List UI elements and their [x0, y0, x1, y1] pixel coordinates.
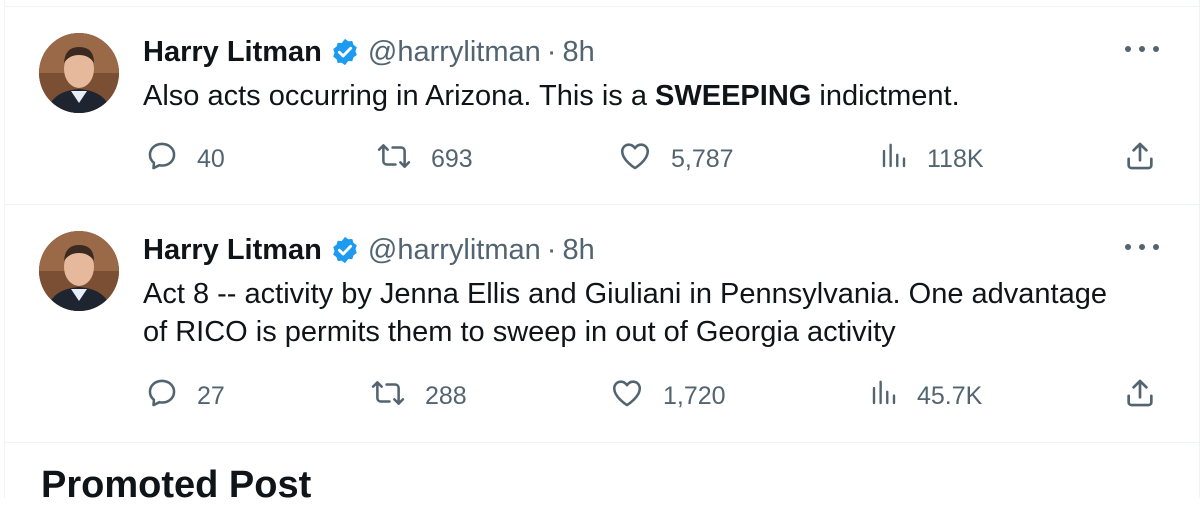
repost-button[interactable]: 288 [369, 378, 467, 414]
like-count: 5,787 [671, 144, 734, 173]
more-icon[interactable] [1125, 43, 1159, 55]
separator: · [546, 35, 557, 68]
reply-count: 27 [197, 381, 225, 410]
share-button[interactable] [1123, 378, 1157, 414]
reply-button[interactable]: 27 [145, 378, 225, 414]
author-handle[interactable]: @harrylitman [368, 234, 541, 267]
action-bar: 40 693 5,787 118K [143, 141, 1169, 177]
reply-button[interactable]: 40 [145, 141, 225, 177]
tweet-header: Harry Litman @harrylitman · 8h [143, 33, 595, 71]
views-icon [879, 139, 909, 180]
text-bold: SWEEPING [655, 80, 812, 112]
like-icon [609, 376, 645, 417]
share-icon [1123, 139, 1157, 180]
tweet[interactable]: Harry Litman @harrylitman · 8h Act 8 -- … [5, 205, 1199, 443]
timestamp[interactable]: 8h [562, 36, 594, 69]
views-count: 118K [927, 144, 984, 173]
avatar[interactable] [39, 33, 119, 113]
text-part: Also acts occurring in Arizona. This is … [143, 80, 656, 112]
timestamp[interactable]: 8h [562, 234, 594, 267]
views-button[interactable]: 45.7K [869, 378, 982, 414]
tweet[interactable]: Harry Litman @harrylitman · 8h Also acts… [5, 7, 1199, 205]
author-name[interactable]: Harry Litman [143, 36, 322, 69]
verified-badge-icon[interactable] [330, 37, 360, 67]
separator: · [546, 233, 557, 266]
tweet-text: Act 8 -- activity by Jenna Ellis and Giu… [143, 275, 1183, 351]
promoted-post-heading: Promoted Post [41, 464, 312, 506]
repost-icon [375, 139, 413, 180]
tweet-header: Harry Litman @harrylitman · 8h [143, 231, 595, 269]
share-icon [1123, 376, 1157, 417]
repost-button[interactable]: 693 [375, 141, 473, 177]
repost-count: 288 [425, 381, 467, 410]
repost-count: 693 [431, 144, 473, 173]
like-button[interactable]: 1,720 [609, 378, 726, 414]
views-count: 45.7K [917, 381, 983, 410]
action-bar: 27 288 1,720 45.7K [143, 378, 1169, 414]
like-button[interactable]: 5,787 [617, 141, 734, 177]
like-count: 1,720 [663, 381, 726, 410]
share-button[interactable] [1123, 141, 1157, 177]
views-icon [869, 376, 899, 417]
like-icon [617, 139, 653, 180]
author-handle[interactable]: @harrylitman [368, 36, 541, 69]
views-button[interactable]: 118K [879, 141, 984, 177]
repost-icon [369, 376, 407, 417]
author-name[interactable]: Harry Litman [143, 234, 322, 267]
text-line: Act 8 -- activity by Jenna Ellis and Giu… [143, 278, 1107, 310]
text-line: of RICO is permits them to sweep in out … [143, 316, 896, 348]
more-icon[interactable] [1125, 241, 1159, 253]
text-part: indictment. [811, 80, 960, 112]
timeline: Harry Litman @harrylitman · 8h Also acts… [4, 0, 1200, 506]
verified-badge-icon[interactable] [330, 235, 360, 265]
avatar[interactable] [39, 231, 119, 311]
reply-count: 40 [197, 144, 225, 173]
tweet-text: Also acts occurring in Arizona. This is … [143, 77, 960, 115]
reply-icon [145, 376, 179, 417]
reply-icon [145, 139, 179, 180]
